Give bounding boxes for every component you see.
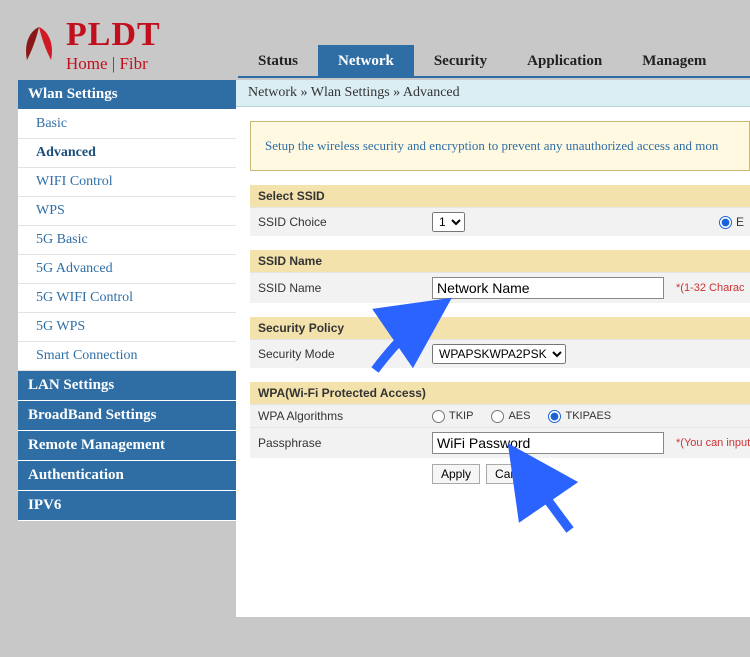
main-tabs: Status Network Security Application Mana… bbox=[238, 42, 750, 78]
label-wpa-algorithms: WPA Algorithms bbox=[256, 409, 432, 423]
wpa-algo-tkipaes[interactable] bbox=[548, 410, 561, 423]
wpa-algo-aes-label: AES bbox=[508, 410, 530, 422]
section-wpa: WPA(Wi-Fi Protected Access) bbox=[250, 382, 750, 404]
logo-tagline: Home | Fibr bbox=[66, 54, 161, 74]
sidebar-item-5g-basic[interactable]: 5G Basic bbox=[18, 226, 236, 255]
sidebar-item-basic[interactable]: Basic bbox=[18, 110, 236, 139]
wpa-algo-aes[interactable] bbox=[491, 410, 504, 423]
label-ssid-choice: SSID Choice bbox=[256, 215, 432, 229]
tab-status[interactable]: Status bbox=[238, 45, 318, 76]
sidebar: Wlan Settings Basic Advanced WIFI Contro… bbox=[18, 80, 236, 617]
wpa-algo-tkip[interactable] bbox=[432, 410, 445, 423]
label-security-mode: Security Mode bbox=[256, 347, 432, 361]
sidebar-item-wifi-control[interactable]: WIFI Control bbox=[18, 168, 236, 197]
wpa-algo-tkip-label: TKIP bbox=[449, 410, 473, 422]
passphrase-input[interactable] bbox=[432, 432, 664, 454]
sidebar-section-remote[interactable]: Remote Management bbox=[18, 431, 236, 461]
tab-application[interactable]: Application bbox=[507, 45, 622, 76]
sidebar-item-advanced[interactable]: Advanced bbox=[18, 139, 236, 168]
ssid-enable-label: E bbox=[736, 215, 744, 229]
sidebar-item-5g-wps[interactable]: 5G WPS bbox=[18, 313, 236, 342]
logo: PLDT Home | Fibr bbox=[18, 18, 238, 78]
label-ssid-name: SSID Name bbox=[256, 281, 432, 295]
tab-security[interactable]: Security bbox=[414, 45, 507, 76]
tab-management[interactable]: Managem bbox=[622, 45, 726, 76]
apply-button[interactable]: Apply bbox=[432, 464, 480, 484]
sidebar-section-broadband[interactable]: BroadBand Settings bbox=[18, 401, 236, 431]
sidebar-item-wps[interactable]: WPS bbox=[18, 197, 236, 226]
sidebar-item-5g-wifi-control[interactable]: 5G WIFI Control bbox=[18, 284, 236, 313]
security-mode-select[interactable]: WPAPSKWPA2PSK bbox=[432, 344, 566, 364]
section-security-policy: Security Policy bbox=[250, 317, 750, 339]
section-select-ssid: Select SSID bbox=[250, 185, 750, 207]
ssid-enable-radio[interactable] bbox=[719, 216, 732, 229]
sidebar-section-auth[interactable]: Authentication bbox=[18, 461, 236, 491]
ssid-name-hint: *(1-32 Charac bbox=[676, 282, 744, 294]
passphrase-hint: *(You can input 12- bbox=[676, 437, 750, 449]
label-passphrase: Passphrase bbox=[256, 436, 432, 450]
breadcrumb: Network » Wlan Settings » Advanced bbox=[236, 80, 750, 107]
sidebar-section-ipv6[interactable]: IPV6 bbox=[18, 491, 236, 521]
ssid-name-input[interactable] bbox=[432, 277, 664, 299]
pldt-logo-icon bbox=[18, 24, 60, 69]
sidebar-item-5g-advanced[interactable]: 5G Advanced bbox=[18, 255, 236, 284]
wpa-algo-tkipaes-label: TKIPAES bbox=[565, 410, 611, 422]
tab-network[interactable]: Network bbox=[318, 45, 414, 76]
sidebar-section-wlan[interactable]: Wlan Settings bbox=[18, 80, 236, 110]
ssid-choice-select[interactable]: 1 bbox=[432, 212, 465, 232]
setup-hint: Setup the wireless security and encrypti… bbox=[250, 121, 750, 171]
sidebar-item-smart-connection[interactable]: Smart Connection bbox=[18, 342, 236, 371]
logo-brand: PLDT bbox=[66, 18, 161, 52]
cancel-button[interactable]: Cancel bbox=[486, 464, 541, 484]
sidebar-section-lan[interactable]: LAN Settings bbox=[18, 371, 236, 401]
section-ssid-name: SSID Name bbox=[250, 250, 750, 272]
